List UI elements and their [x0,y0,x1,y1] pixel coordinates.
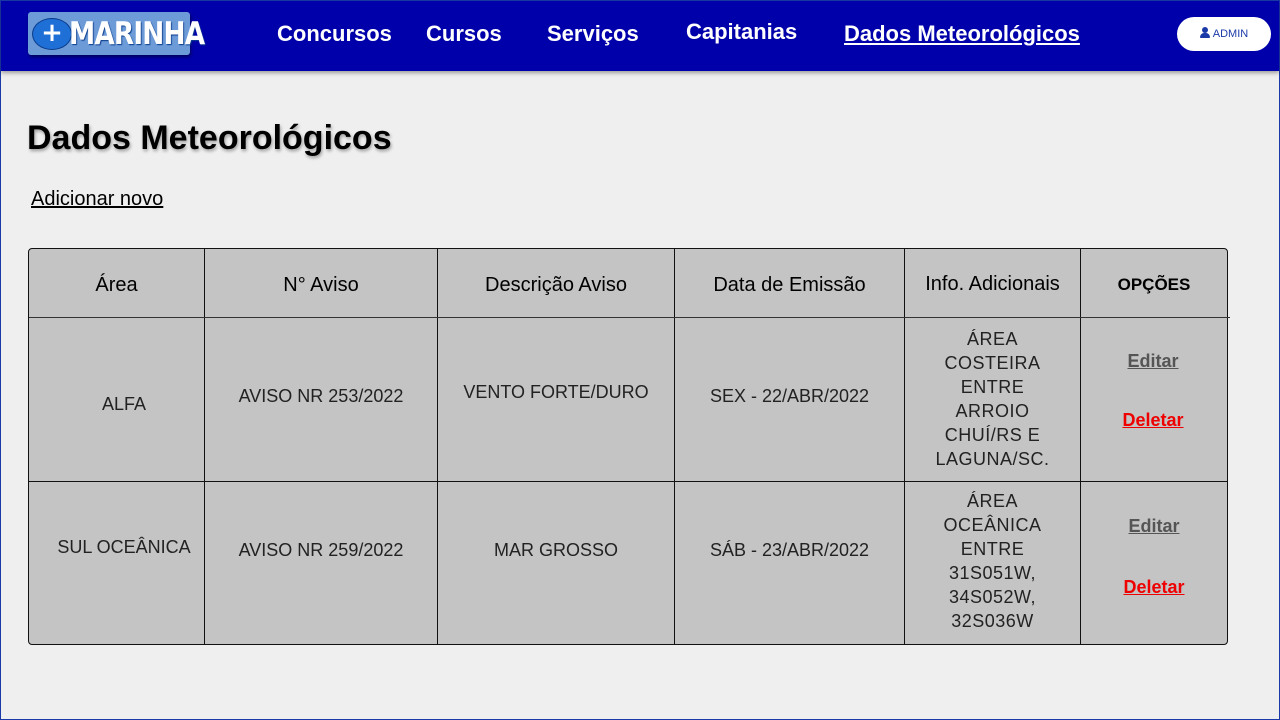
row2-descricao: MAR GROSSO [493,540,618,560]
marinha-logo[interactable]: + MARINHA [28,12,205,55]
header-area: Área [95,273,138,296]
header-data: Data de Emissão [713,273,866,296]
row1-descricao: VENTO FORTE/DURO [463,382,649,402]
row2-data: SÁB - 23/ABR/2022 [709,540,870,560]
weather-table: Área N° Aviso Descrição Aviso Data de Em… [28,248,1230,645]
row2-numero: AVISO NR 259/2022 [238,540,404,560]
header-info: Info. Adicionais [925,272,1060,295]
header-opcoes: OPÇÕES [1117,275,1191,294]
row1-area: ALFA [101,394,147,414]
row2-info: ÁREA OCEÂNICA ENTRE 31S051W, 34S052W, 32… [943,491,1042,631]
header-numero: N° Aviso [283,273,359,296]
nav-dados-meteorologicos[interactable]: Dados Meteorológicos [844,19,1080,49]
row2-options: Editar Deletar [1081,516,1227,598]
admin-label: ADMIN [1212,28,1249,40]
logo-text: MARINHA [69,16,205,52]
top-navbar: + MARINHA Concursos Cursos Serviços Capi… [1,1,1279,71]
admin-button[interactable]: ADMIN [1177,17,1271,51]
row1-data: SEX - 22/ABR/2022 [709,386,870,406]
nav-cursos[interactable]: Cursos [426,19,502,49]
delete-link[interactable]: Deletar [1123,577,1184,598]
header-descricao: Descrição Aviso [485,273,627,296]
nav-concursos[interactable]: Concursos [277,19,392,49]
user-icon [1199,27,1210,38]
nav-capitanias[interactable]: Capitanias [686,17,797,47]
plus-icon: + [32,18,72,50]
row1-info: ÁREA COSTEIRA ENTRE ARROIO CHUÍ/RS E LAG… [935,329,1050,469]
add-new-link[interactable]: Adicionar novo [31,186,163,212]
page-title: Dados Meteorológicos [27,119,392,157]
row1-options: Editar Deletar [1081,351,1225,431]
row2-area: SUL OCEÂNICA [57,537,191,557]
edit-link[interactable]: Editar [1128,516,1179,537]
nav-servicos[interactable]: Serviços [547,19,639,49]
app-window: + MARINHA Concursos Cursos Serviços Capi… [0,0,1280,720]
delete-link[interactable]: Deletar [1122,410,1183,431]
edit-link[interactable]: Editar [1127,351,1178,372]
row1-numero: AVISO NR 253/2022 [238,386,404,406]
